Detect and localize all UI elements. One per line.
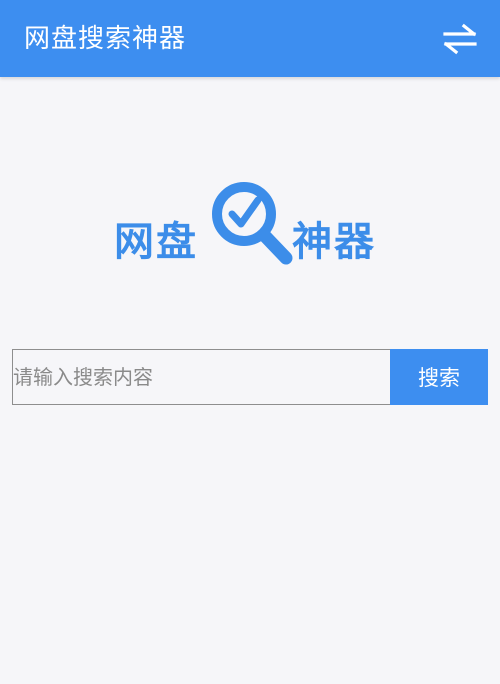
search-bar: 搜索 [12,349,488,405]
logo-text-right: 神器 [292,219,376,265]
logo-text-left: 网盘 [114,219,198,265]
search-input[interactable] [12,349,392,405]
swap-button[interactable] [442,22,478,56]
search-button[interactable]: 搜索 [390,349,488,405]
app-bar: 网盘搜索神器 [0,0,500,77]
app-logo: 网盘 神器 [110,178,382,278]
app-title: 网盘搜索神器 [24,24,187,54]
swap-arrows-icon [443,23,477,55]
magnifier-check-icon [212,182,293,265]
